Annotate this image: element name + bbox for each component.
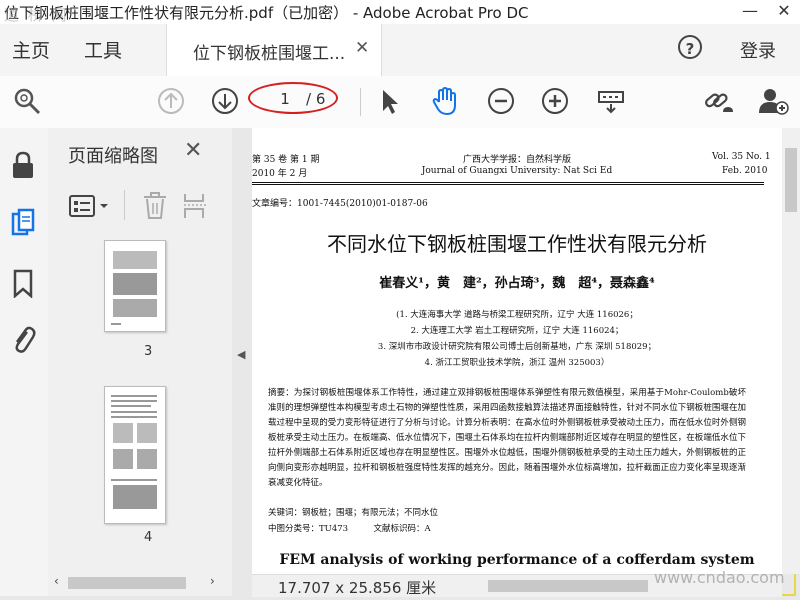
- header-rule: [252, 182, 764, 183]
- thumbnail-horizontal-scrollbar[interactable]: ‹ ›: [48, 574, 226, 592]
- scroll-right-arrow-icon[interactable]: ›: [210, 574, 215, 588]
- page-dimensions: 17.707 x 25.856 厘米: [278, 579, 437, 597]
- lock-icon[interactable]: [8, 150, 38, 180]
- collapse-panel-arrow-icon[interactable]: ◀: [237, 348, 245, 361]
- thumbnail-page-4[interactable]: [104, 386, 166, 524]
- article-abstract: 摘要：为探讨钢板桩围堰体系工作特性，通过建立双排钢板桩围堰体系弹塑性有限元数值模…: [268, 388, 746, 488]
- attachment-icon[interactable]: [8, 324, 38, 354]
- thumbnail-page-3-label: 3: [144, 344, 153, 359]
- close-tab-button[interactable]: ✕: [355, 38, 369, 58]
- affiliation-2: 2. 大连理工大学 岩土工程研究所，辽宁 大连 116024；: [410, 326, 624, 336]
- panel-separator: [124, 190, 125, 220]
- select-cursor-icon[interactable]: [372, 84, 406, 118]
- pdf-page: 第 35 卷 第 1 期 2010 年 2 月 广西大学学报：自然科学版 Jou…: [252, 128, 782, 574]
- close-panel-button[interactable]: ✕: [184, 138, 202, 163]
- article-class-number: 中图分类号：TU473 文献标识码：A: [268, 524, 431, 534]
- zoom-out-icon[interactable]: [484, 84, 518, 118]
- panel-splitter[interactable]: ◀: [232, 128, 252, 596]
- toolbar-separator: [360, 88, 361, 116]
- rotate-page-icon[interactable]: [182, 192, 208, 224]
- article-keywords: 关键词：钢板桩；围堰；有限元法；不同水位: [268, 508, 439, 518]
- article-english-title: FEM analysis of working performance of a…: [279, 552, 755, 568]
- affiliation-3: 3. 深圳市市政设计研究院有限公司博士后创新基地，广东 深圳 518029；: [377, 342, 657, 352]
- delete-page-icon[interactable]: [142, 192, 168, 224]
- document-viewer[interactable]: 第 35 卷 第 1 期 2010 年 2 月 广西大学学报：自然科学版 Jou…: [252, 128, 782, 574]
- scroll-left-arrow-icon[interactable]: ‹: [54, 574, 59, 588]
- annotation-circle: [248, 82, 338, 114]
- watermark-right: www.cndao.com: [654, 568, 785, 587]
- next-page-icon[interactable]: [208, 84, 242, 118]
- thumbnail-page-3[interactable]: [104, 240, 166, 332]
- page-thumbnails-icon[interactable]: [8, 208, 38, 238]
- zoom-in-icon[interactable]: [538, 84, 572, 118]
- nav-home[interactable]: 主页: [12, 36, 50, 63]
- document-horizontal-scrollbar[interactable]: [488, 580, 648, 592]
- affiliation-1: (1. 大连海事大学 道路与桥梁工程研究所，辽宁 大连 116026；: [396, 310, 638, 320]
- header-journal-cn: 广西大学学报：自然科学版: [462, 155, 571, 165]
- watermark-left: 道 桥 网: [4, 6, 69, 24]
- page-navigator: / 6: [248, 82, 338, 114]
- panel-toolbar: [68, 190, 218, 222]
- help-icon[interactable]: ?: [678, 35, 702, 59]
- minimize-button[interactable]: —: [736, 0, 764, 24]
- share-link-icon[interactable]: [702, 84, 736, 118]
- document-tab[interactable]: 位下钢板桩围堰工... ✕: [166, 24, 382, 76]
- article-number: 文章编号：1001-7445(2010)01-0187-06: [252, 199, 428, 209]
- article-authors: 崔春义¹，黄 建²，孙占琦³，魏 超⁴，聂森鑫⁴: [379, 276, 655, 291]
- header-rule-2: [252, 184, 764, 185]
- login-button[interactable]: 登录: [740, 37, 776, 63]
- header-date-en: Feb. 2010: [722, 166, 768, 176]
- bookmark-icon[interactable]: [8, 268, 38, 298]
- add-user-icon[interactable]: [756, 84, 790, 118]
- affiliation-4: 4. 浙江工贸职业技术学院，浙江 温州 325003）: [424, 358, 610, 368]
- title-bar: 位下钢板桩围堰工作性状有限元分析.pdf（已加密） - Adobe Acroba…: [0, 0, 800, 24]
- left-icon-bar: [0, 128, 49, 596]
- thumbnail-options-icon[interactable]: [68, 192, 114, 224]
- header-journal-en: Journal of Guangxi University: Nat Sci E…: [421, 166, 613, 176]
- thumbnails-panel: 页面缩略图 ✕ 3 4 ‹ ›: [48, 128, 272, 596]
- document-tab-label: 位下钢板桩围堰工...: [193, 44, 346, 64]
- close-window-button[interactable]: ✕: [770, 0, 798, 24]
- previous-page-icon[interactable]: [154, 84, 188, 118]
- page-display-icon[interactable]: [594, 84, 628, 118]
- header-vol-en: Vol. 35 No. 1: [712, 152, 771, 162]
- panel-title: 页面缩略图: [68, 146, 158, 167]
- search-icon[interactable]: [10, 84, 44, 118]
- document-vertical-scrollbar[interactable]: [782, 128, 800, 574]
- thumbnail-list: 3 4: [48, 240, 206, 576]
- hand-tool-icon[interactable]: [428, 84, 462, 118]
- nav-tools[interactable]: 工具: [84, 36, 122, 63]
- thumbnail-page-4-label: 4: [144, 530, 153, 545]
- toolbar: [0, 76, 800, 129]
- article-title: 不同水位下钢板桩围堰工作性状有限元分析: [327, 232, 707, 256]
- window-title: 位下钢板桩围堰工作性状有限元分析.pdf（已加密） - Adobe Acroba…: [4, 4, 529, 22]
